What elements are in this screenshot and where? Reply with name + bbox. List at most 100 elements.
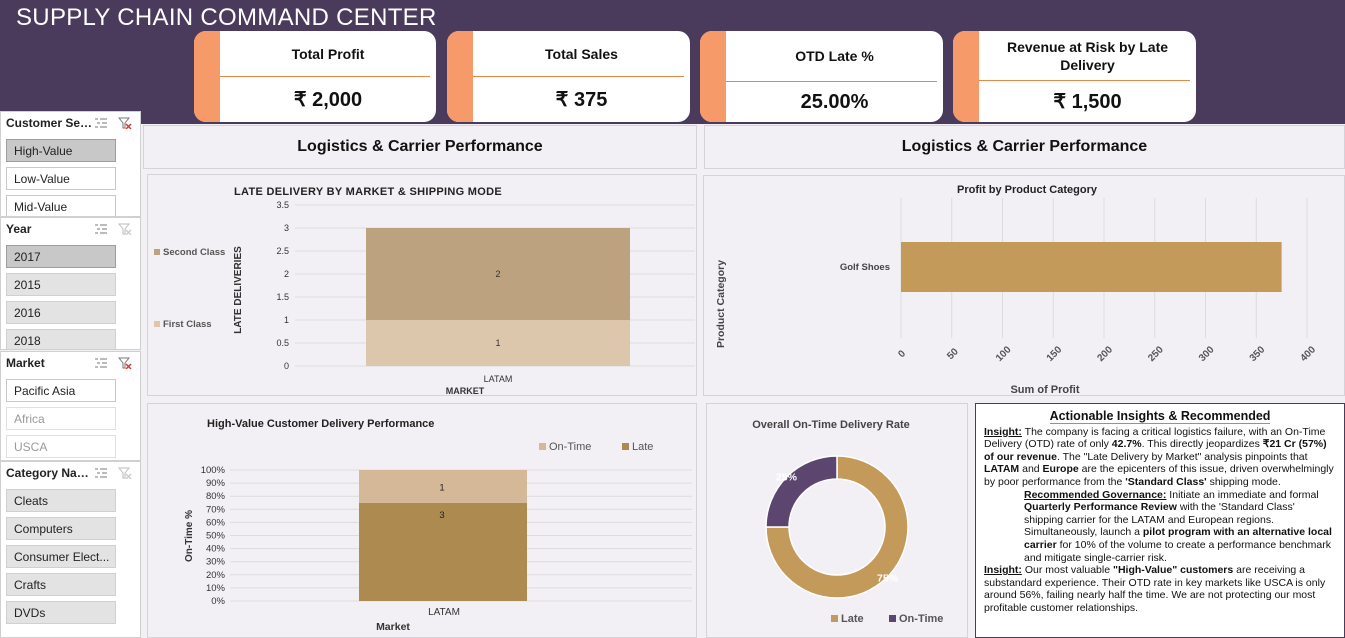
data-label: 3: [439, 510, 444, 521]
y-tick-label: 0: [284, 361, 289, 371]
data-label: 75%: [877, 573, 899, 585]
donut-slice-on-time: [765, 455, 838, 528]
slicer-item-mid-value[interactable]: Mid-Value: [6, 195, 116, 216]
kpi-value: ₹ 375: [555, 89, 608, 111]
slicer-customer-segment: Customer Seg... High-Value Low-Value Mid…: [0, 111, 141, 217]
kpi-card-total-profit: Total Profit ₹ 2,000: [194, 31, 436, 122]
legend-swatch: [831, 615, 838, 622]
x-tick-label: 0: [896, 348, 908, 360]
y-axis-label: Product Category: [715, 260, 727, 348]
kpi-title: Total Profit: [291, 45, 365, 62]
slicer-header: Year: [1, 218, 140, 240]
multi-select-icon[interactable]: [94, 223, 108, 235]
chart-title: High-Value Customer Delivery Performance: [207, 418, 434, 430]
bar-golf-shoes: [901, 242, 1282, 292]
y-tick-label: 1: [284, 315, 289, 325]
kpi-title: Total Sales: [545, 45, 618, 62]
y-tick-label: 50%: [206, 531, 226, 542]
kpi-accent: [700, 31, 726, 122]
y-axis-label: LATE DELIVERIES: [233, 246, 244, 334]
x-axis-label: Sum of Profit: [1010, 384, 1079, 395]
slicer-header: Customer Seg...: [1, 112, 140, 134]
data-label: 1: [439, 482, 444, 493]
slicer-title: Category Name: [6, 466, 94, 480]
legend-label: Late: [632, 441, 653, 453]
multi-select-icon[interactable]: [94, 357, 108, 369]
x-tick-label: 400: [1298, 344, 1318, 364]
multi-select-icon[interactable]: [94, 117, 108, 129]
chart-title: LATE DELIVERY BY MARKET & SHIPPING MODE: [234, 186, 502, 198]
x-axis-label: Market: [376, 621, 410, 633]
y-tick-label: 100%: [201, 465, 226, 476]
y-tick-label: 3.5: [276, 200, 289, 210]
slicer-item-dvds[interactable]: DVDs: [6, 601, 116, 624]
slicer-item-cleats[interactable]: Cleats: [6, 489, 116, 512]
slicer-header: Market: [1, 352, 140, 374]
y-tick-label: 10%: [206, 583, 226, 594]
insight-paragraph-2: Recommended Governance: Initiate an imme…: [1024, 488, 1332, 564]
header-bar: SUPPLY CHAIN COMMAND CENTER Total Profit…: [0, 0, 1345, 124]
y-tick-label: 20%: [206, 570, 226, 581]
x-tick-label: 250: [1146, 344, 1166, 364]
slicer-year: Year 2017 2015 2016 2018: [0, 217, 141, 350]
x-tick-label: 100: [994, 344, 1014, 364]
legend-swatch: [154, 249, 160, 255]
section-title-left: Logistics & Carrier Performance: [143, 125, 697, 169]
kpi-accent: [447, 31, 473, 122]
x-tick-label: LATAM: [428, 607, 460, 618]
slicer-item-pacific-asia[interactable]: Pacific Asia: [6, 379, 116, 402]
x-axis-label: MARKET: [446, 386, 485, 395]
kpi-value: 25.00%: [800, 90, 869, 113]
legend-label: First Class: [163, 319, 212, 330]
slicer-item-2015[interactable]: 2015: [6, 273, 116, 296]
slicer-item-computers[interactable]: Computers: [6, 517, 116, 540]
slicer-item-low-value[interactable]: Low-Value: [6, 167, 116, 190]
y-tick-label: 3: [284, 223, 289, 233]
multi-select-icon[interactable]: [94, 467, 108, 479]
clear-filter-icon[interactable]: [118, 223, 132, 235]
slicer-item-crafts[interactable]: Crafts: [6, 573, 116, 596]
y-axis-label: On-Time %: [184, 510, 195, 562]
x-tick-label: 300: [1197, 344, 1217, 364]
chart-late-delivery-panel: LATE DELIVERY BY MARKET & SHIPPING MODE 0…: [147, 174, 697, 396]
kpi-accent: [194, 31, 220, 122]
kpi-card-total-sales: Total Sales ₹ 375: [447, 31, 690, 122]
x-tick-label: 200: [1095, 344, 1115, 364]
y-tick-label: Golf Shoes: [840, 262, 890, 273]
dashboard-title: SUPPLY CHAIN COMMAND CENTER: [16, 4, 437, 31]
kpi-accent: [953, 31, 979, 122]
slicer-item-2017[interactable]: 2017: [6, 245, 116, 268]
x-tick-label: 350: [1248, 344, 1268, 364]
clear-filter-icon[interactable]: [118, 117, 132, 129]
x-tick-label: 150: [1045, 344, 1065, 364]
slicer-item-usca[interactable]: USCA: [6, 435, 116, 458]
slicer-title: Customer Seg...: [6, 116, 94, 130]
clear-filter-icon[interactable]: [118, 357, 132, 369]
slicer-item-2018[interactable]: 2018: [6, 329, 116, 349]
legend-label: Late: [841, 613, 864, 625]
legend-swatch: [539, 443, 546, 450]
y-tick-label: 60%: [206, 517, 226, 528]
y-tick-label: 40%: [206, 544, 226, 555]
legend-label: Second Class: [163, 247, 225, 258]
slicer-category-name: Category Name Cleats Computers Consumer …: [0, 461, 141, 638]
y-tick-label: 70%: [206, 504, 226, 515]
y-tick-label: 30%: [206, 557, 226, 568]
legend-label: On-Time: [549, 441, 591, 453]
insights-title: Actionable Insights & Recommended: [1049, 409, 1271, 424]
kpi-title: OTD Late %: [795, 48, 874, 64]
kpi-value: ₹ 1,500: [1053, 91, 1122, 113]
slicer-item-high-value[interactable]: High-Value: [6, 139, 116, 162]
slicer-item-2016[interactable]: 2016: [6, 301, 116, 324]
slicer-item-africa[interactable]: Africa: [6, 407, 116, 430]
slicer-item-consumer-electronics[interactable]: Consumer Elect...: [6, 545, 116, 568]
data-label: 2: [495, 269, 500, 279]
y-tick-label: 90%: [206, 478, 226, 489]
insight-paragraph-3: Insight: Our most valuable "High-Value" …: [984, 564, 1326, 614]
insights-panel: Actionable Insights & Recommended Insigh…: [975, 403, 1345, 638]
kpi-card-otd-late: OTD Late % 25.00%: [700, 31, 943, 122]
clear-filter-icon[interactable]: [118, 467, 132, 479]
chart-high-value-panel: High-Value Customer Delivery Performance…: [147, 403, 697, 638]
x-tick-label: 50: [945, 346, 961, 362]
slicer-header: Category Name: [1, 462, 140, 484]
